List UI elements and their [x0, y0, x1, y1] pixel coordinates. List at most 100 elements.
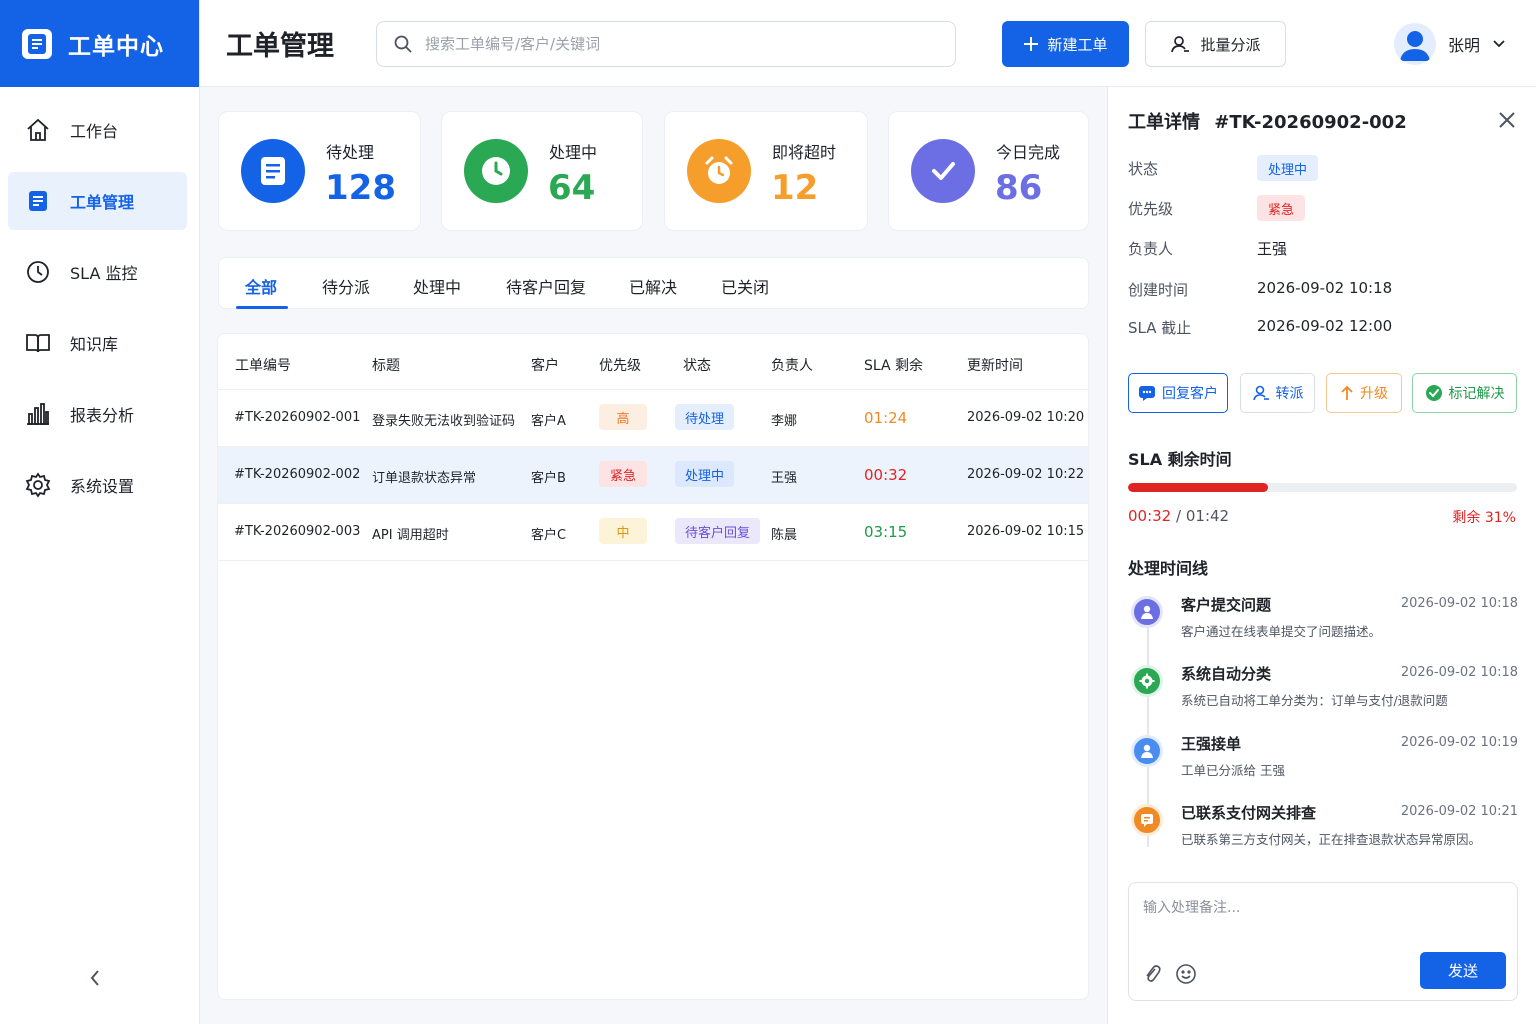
column-header[interactable]: 优先级: [599, 355, 641, 375]
detail-ticket-id: #TK-20260902-002: [1214, 112, 1407, 133]
document-icon: [241, 139, 305, 203]
check-circle-icon: [1425, 385, 1442, 401]
sidebar-item-label: 工作台: [70, 122, 119, 141]
batch-assign-button[interactable]: 批量分派: [1145, 21, 1286, 67]
status-badge: 待处理: [675, 404, 735, 430]
status-badge: 待客户回复: [675, 518, 761, 544]
timeline-item-desc: 工单已分派给 王强: [1181, 763, 1285, 778]
ticket-table: 工单编号 标题 客户 优先级 状态 负责人 SLA 剩余 更新时间 #TK-20…: [217, 333, 1089, 1000]
transfer-button[interactable]: 转派: [1240, 373, 1315, 413]
priority-badge: 紧急: [1257, 195, 1306, 221]
search-icon: [394, 35, 412, 53]
table-row[interactable]: #TK-20260902-002 订单退款状态异常 客户B 紧急 处理中 王强 …: [218, 447, 1088, 504]
user-icon: [1252, 385, 1269, 401]
tab-resolved[interactable]: 已解决: [629, 274, 677, 298]
escalate-button[interactable]: 升级: [1326, 373, 1402, 413]
gear-icon: [25, 472, 51, 498]
sla-separator: /: [1176, 507, 1182, 525]
mark-resolved-button[interactable]: 标记解决: [1412, 373, 1517, 413]
page-title: 工单管理: [226, 31, 334, 62]
table-row[interactable]: #TK-20260902-003 API 调用超时 客户C 中 待客户回复 陈晨…: [218, 504, 1088, 561]
timeline-item-title: 已联系支付网关排查: [1181, 804, 1317, 822]
reply-customer-button[interactable]: 回复客户: [1128, 373, 1228, 413]
emoji-icon[interactable]: [1175, 963, 1197, 985]
paperclip-icon[interactable]: [1141, 963, 1163, 985]
sla-deadline-label: SLA 截止: [1128, 319, 1192, 337]
ticket-customer: 客户A: [531, 414, 566, 429]
ticket-updated: 2026-09-02 10:22: [967, 467, 1085, 482]
collapse-sidebar-button[interactable]: [84, 964, 106, 992]
note-input[interactable]: [1143, 897, 1503, 947]
chat-icon: [1139, 386, 1155, 401]
sidebar-item-settings[interactable]: 系统设置: [8, 456, 187, 514]
tab-closed[interactable]: 已关闭: [721, 274, 769, 298]
header: 工单管理 新建工单 批量分派 张明: [200, 0, 1536, 87]
ticket-title: API 调用超时: [372, 528, 449, 543]
timeline-item: 已联系支付网关排查 2026-09-02 10:21 已联系第三方支付网关，正在…: [1128, 802, 1518, 862]
sidebar-item-reports[interactable]: 报表分析: [8, 385, 187, 443]
timeline-title: 处理时间线: [1128, 559, 1209, 578]
timeline-item-desc: 已联系第三方支付网关，正在排查退款状态异常原因。: [1181, 832, 1482, 847]
tab-processing[interactable]: 处理中: [413, 274, 461, 298]
new-ticket-button[interactable]: 新建工单: [1002, 21, 1129, 67]
ticket-owner: 陈晨: [771, 528, 798, 543]
table-header: 工单编号 标题 客户 优先级 状态 负责人 SLA 剩余 更新时间: [218, 334, 1088, 390]
stat-card-pending[interactable]: 待处理 128: [218, 111, 421, 231]
ticket-id: #TK-20260902-001: [234, 410, 361, 425]
column-header[interactable]: 更新时间: [967, 355, 1023, 375]
column-header[interactable]: 标题: [372, 355, 400, 375]
column-header[interactable]: 状态: [683, 355, 711, 375]
timeline-item-time: 2026-09-02 10:18: [1400, 596, 1518, 611]
search-input[interactable]: [425, 35, 925, 53]
table-row[interactable]: #TK-20260902-001 登录失败无法收到验证码 客户A 高 待处理 李…: [218, 390, 1088, 447]
column-header[interactable]: SLA 剩余: [864, 355, 923, 375]
tab-all[interactable]: 全部: [245, 274, 277, 298]
transfer-label: 转派: [1275, 386, 1304, 402]
sidebar-item-sla[interactable]: SLA 监控: [8, 243, 187, 301]
search-box[interactable]: [376, 21, 956, 67]
sidebar-item-label: 报表分析: [70, 406, 135, 425]
column-header[interactable]: 负责人: [771, 355, 813, 375]
alarm-icon: [687, 139, 751, 203]
timeline-item-time: 2026-09-02 10:18: [1400, 665, 1518, 680]
sidebar: 工单中心 工作台 工单管理 SLA 监控 知识库 报表分析 系统设置: [0, 0, 200, 1024]
column-header[interactable]: 客户: [531, 355, 559, 375]
sla-progress-fill: [1128, 483, 1269, 492]
timeline-item-time: 2026-09-02 10:19: [1400, 735, 1518, 750]
ticket-updated: 2026-09-02 10:15: [967, 524, 1085, 539]
tab-unassigned[interactable]: 待分派: [322, 274, 370, 298]
stat-card-processing[interactable]: 处理中 64: [441, 111, 643, 231]
check-icon: [911, 139, 975, 203]
stat-card-near-timeout[interactable]: 即将超时 12: [664, 111, 868, 231]
timeline-item-desc: 客户通过在线表单提交了问题描述。: [1181, 624, 1382, 639]
user-icon: [1131, 596, 1163, 628]
sla-deadline-value: 2026-09-02 12:00: [1257, 317, 1393, 335]
tab-awaiting-customer[interactable]: 待客户回复: [506, 274, 586, 298]
sla-progress-bar: [1128, 483, 1517, 492]
ticket-id: #TK-20260902-002: [234, 467, 361, 482]
stat-value: 64: [548, 168, 596, 208]
timeline-item-title: 王强接单: [1181, 735, 1242, 753]
escalate-label: 升级: [1360, 386, 1388, 402]
sidebar-item-label: 系统设置: [70, 477, 135, 496]
user-name: 张明: [1448, 36, 1481, 55]
avatar: [1394, 23, 1436, 65]
sidebar-nav: 工作台 工单管理 SLA 监控 知识库 报表分析 系统设置: [0, 87, 199, 514]
detail-title-label: 工单详情: [1128, 112, 1200, 133]
sidebar-item-knowledge[interactable]: 知识库: [8, 314, 187, 372]
new-ticket-label: 新建工单: [1047, 35, 1108, 54]
sla-total: 01:42: [1185, 507, 1230, 525]
clock-icon: [27, 261, 49, 283]
sla-remaining: 00:32: [864, 466, 908, 484]
sidebar-item-workbench[interactable]: 工作台: [8, 101, 187, 159]
user-menu[interactable]: 张明: [1394, 22, 1506, 66]
created-label: 创建时间: [1128, 281, 1189, 299]
send-button[interactable]: 发送: [1420, 952, 1506, 989]
column-header[interactable]: 工单编号: [235, 355, 291, 375]
sla-time-readout: 00:32 / 01:42: [1128, 507, 1229, 525]
ticket-title: 登录失败无法收到验证码: [372, 414, 516, 429]
status-label: 状态: [1128, 160, 1159, 178]
close-detail-button[interactable]: [1496, 109, 1518, 131]
sidebar-item-tickets[interactable]: 工单管理: [8, 172, 187, 230]
stat-card-completed[interactable]: 今日完成 86: [888, 111, 1089, 231]
